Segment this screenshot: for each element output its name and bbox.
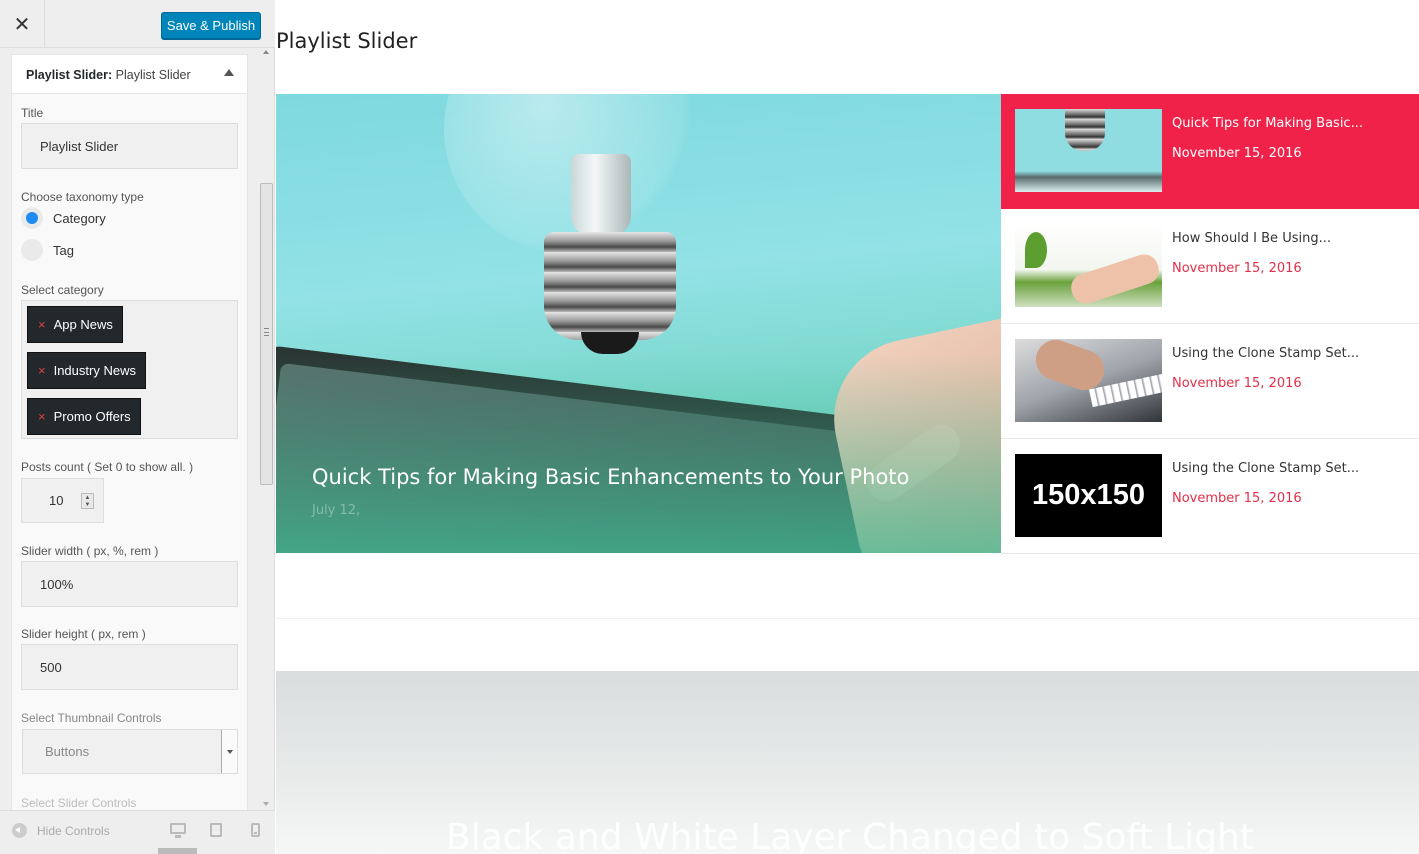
posts-count-input[interactable]: 10 ▲ ▼	[21, 478, 104, 523]
chip-label: Industry News	[53, 363, 136, 378]
radio-label: Tag	[53, 242, 74, 258]
controls-scroll-area: Playlist Slider: Playlist Slider Title P…	[0, 48, 275, 810]
remove-icon[interactable]: ×	[38, 317, 46, 332]
featured-title[interactable]: Quick Tips for Making Basic Enhancements…	[312, 465, 992, 489]
thumbnail	[1015, 109, 1162, 192]
playlist-item[interactable]: Quick Tips for Making Basic... November …	[1001, 94, 1419, 209]
customizer-footer: Hide Controls	[0, 810, 275, 854]
slider-width-input[interactable]: 100%	[21, 561, 238, 607]
slider-controls-label: Select Slider Controls	[21, 796, 137, 810]
item-date: November 15, 2016	[1172, 146, 1302, 161]
customizer-header: ✕ Save & Publish	[0, 0, 275, 48]
item-date: November 15, 2016	[1172, 491, 1302, 506]
thumb-controls-select[interactable]: Buttons	[22, 729, 238, 774]
playlist-item[interactable]: Using the Clone Stamp Set... November 15…	[1001, 324, 1419, 439]
category-select[interactable]: × App News × Industry News × Promo Offer…	[21, 300, 238, 439]
spin-down-icon[interactable]: ▼	[85, 502, 91, 508]
widget-title: Playlist Slider	[276, 29, 418, 53]
close-icon[interactable]: ✕	[0, 0, 45, 48]
tablet-preview-icon[interactable]	[210, 823, 222, 837]
collapse-icon	[12, 823, 27, 838]
site-preview: Playlist Slider Quick Tips for Making Ba…	[276, 0, 1419, 854]
item-title: Using the Clone Stamp Set...	[1172, 461, 1360, 476]
remove-icon[interactable]: ×	[38, 409, 46, 424]
item-date: November 15, 2016	[1172, 261, 1302, 276]
radio-category[interactable]: Category	[21, 207, 106, 229]
desktop-preview-icon[interactable]	[170, 823, 186, 838]
radio-label: Category	[53, 210, 106, 226]
sidebar-scrollbar[interactable]	[259, 48, 273, 810]
collapse-arrow-icon[interactable]	[224, 69, 234, 76]
thumb-controls-label: Select Thumbnail Controls	[21, 711, 162, 725]
remove-icon[interactable]: ×	[38, 363, 46, 378]
posts-count-value: 10	[49, 493, 64, 508]
hide-controls-label: Hide Controls	[37, 823, 110, 838]
mobile-preview-icon[interactable]	[251, 823, 260, 837]
posts-count-label: Posts count ( Set 0 to show all. )	[21, 460, 194, 474]
playlist-item[interactable]: How Should I Be Using... November 15, 20…	[1001, 209, 1419, 324]
title-input[interactable]: Playlist Slider	[21, 123, 238, 169]
next-section: Black and White Layer Changed to Soft Li…	[276, 671, 1419, 854]
grip-icon	[264, 328, 269, 336]
featured-date: July 12,	[312, 503, 361, 518]
thumb-controls-value: Buttons	[45, 744, 90, 759]
playlist: Quick Tips for Making Basic... November …	[1001, 94, 1419, 554]
radio-button[interactable]	[21, 239, 43, 261]
save-publish-button[interactable]: Save & Publish	[161, 12, 261, 39]
next-section-title[interactable]: Black and White Layer Changed to Soft Li…	[446, 817, 1254, 854]
scroll-down-icon[interactable]	[263, 802, 269, 806]
hide-controls-button[interactable]: Hide Controls	[12, 823, 110, 838]
slider-height-label: Slider height ( px, rem )	[21, 627, 146, 641]
bulb-image	[444, 94, 694, 254]
widget-panel-header[interactable]: Playlist Slider: Playlist Slider	[12, 55, 247, 94]
category-chip[interactable]: × Promo Offers	[27, 398, 141, 435]
title-label: Title	[21, 106, 44, 120]
slider-width-label: Slider width ( px, %, rem )	[21, 544, 159, 558]
category-chip[interactable]: × App News	[27, 306, 123, 343]
widget-type: Playlist Slider:	[26, 68, 113, 82]
customizer-sidebar: ✕ Save & Publish Playlist Slider: Playli…	[0, 0, 275, 854]
thumbnail	[1015, 224, 1162, 307]
playlist-item[interactable]: 150x150 Using the Clone Stamp Set... Nov…	[1001, 439, 1419, 554]
item-title: Quick Tips for Making Basic...	[1172, 116, 1363, 131]
thumbnail-placeholder: 150x150	[1015, 454, 1162, 537]
thumbnail	[1015, 339, 1162, 422]
category-chip[interactable]: × Industry News	[27, 352, 146, 389]
spin-up-icon[interactable]: ▲	[85, 495, 91, 501]
taxonomy-label: Choose taxonomy type	[21, 190, 144, 204]
number-spinner[interactable]: ▲ ▼	[81, 493, 94, 509]
active-device-indicator	[158, 848, 197, 854]
scroll-up-icon[interactable]	[263, 50, 269, 54]
divider	[276, 618, 1419, 619]
chevron-down-icon[interactable]	[221, 730, 237, 773]
chip-label: App News	[53, 317, 113, 332]
radio-button[interactable]	[21, 207, 43, 229]
category-label: Select category	[21, 283, 104, 297]
chip-label: Promo Offers	[53, 409, 131, 424]
scrollbar-thumb[interactable]	[260, 183, 273, 485]
radio-tag[interactable]: Tag	[21, 239, 74, 261]
item-title: Using the Clone Stamp Set...	[1172, 346, 1360, 361]
item-title: How Should I Be Using...	[1172, 231, 1331, 246]
slider-height-input[interactable]: 500	[21, 644, 238, 690]
widget-name: Playlist Slider	[115, 68, 191, 82]
item-date: November 15, 2016	[1172, 376, 1302, 391]
